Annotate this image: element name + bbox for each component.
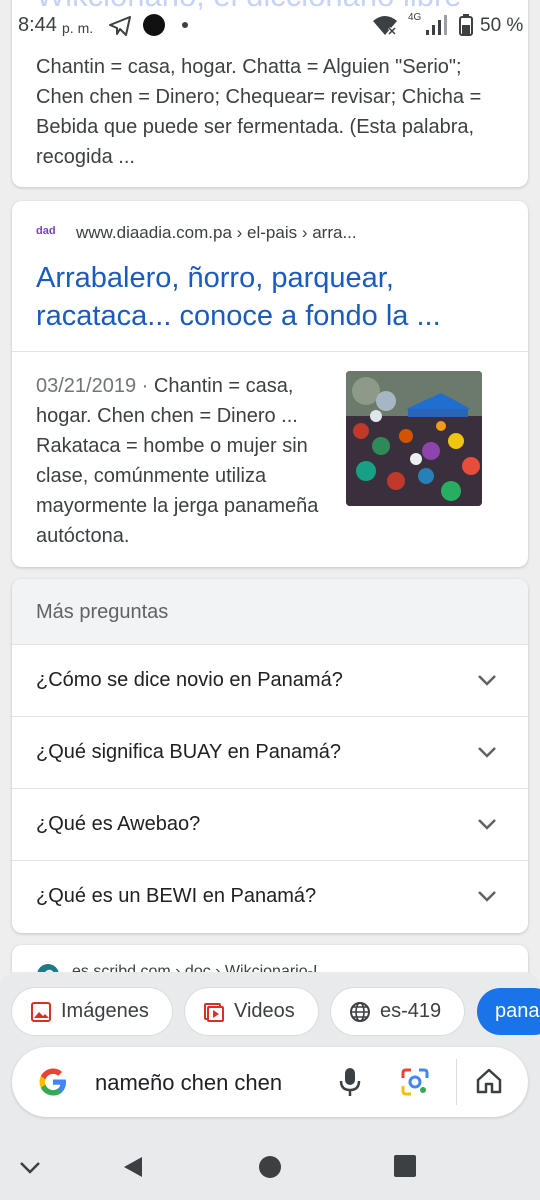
- chevron-down-icon: [478, 819, 496, 830]
- question-label: ¿Qué significa BUAY en Panamá?: [36, 741, 341, 763]
- question-label: ¿Qué es un BEWI en Panamá?: [36, 885, 317, 907]
- result-breadcrumb: www.diaadia.com.pa › el-pais › arra...: [76, 223, 357, 242]
- question-item[interactable]: ¿Qué es Awebao?: [12, 788, 528, 860]
- chip-language-label: es-419: [380, 1000, 442, 1022]
- result-snippet-text: Chantin = casa, hogar. Chen chen = Diner…: [36, 375, 319, 547]
- search-result-card-diaadia[interactable]: dad www.diaadia.com.pa › el-pais › arra.…: [12, 201, 528, 567]
- notification-dot-icon: [143, 14, 165, 36]
- question-label: ¿Qué es Awebao?: [36, 813, 201, 835]
- more-questions-card: Más preguntas ¿Cómo se dice novio en Pan…: [12, 579, 528, 933]
- google-logo-icon[interactable]: [36, 1065, 70, 1099]
- home-icon[interactable]: [475, 1067, 503, 1095]
- result-thumbnail-image[interactable]: [346, 371, 482, 506]
- chip-suggestion[interactable]: pana: [477, 988, 540, 1035]
- status-bar: Wikcionario, el diccionario libre 8:44 p…: [0, 0, 540, 50]
- telegram-icon: [109, 16, 131, 36]
- chevron-down-icon: [478, 747, 496, 758]
- question-item[interactable]: ¿Qué es un BEWI en Panamá?: [12, 860, 528, 932]
- battery-icon: [459, 14, 473, 36]
- google-lens-icon[interactable]: [400, 1067, 430, 1097]
- globe-icon: [350, 1001, 370, 1022]
- home-button-icon[interactable]: [257, 1154, 283, 1180]
- more-questions-title: Más preguntas: [36, 601, 169, 623]
- chip-suggestion-label: pana: [495, 1000, 540, 1022]
- video-icon: [204, 1002, 224, 1022]
- separator: [456, 1059, 457, 1105]
- question-item[interactable]: ¿Qué significa BUAY en Panamá?: [12, 716, 528, 788]
- recents-icon[interactable]: [393, 1154, 417, 1178]
- network-type: 4G: [408, 12, 422, 23]
- chevron-down-icon: [478, 675, 496, 686]
- chip-language[interactable]: es-419: [331, 988, 464, 1035]
- result-snippet: 03/21/2019 · Chantin = casa, hogar. Chen…: [36, 371, 326, 551]
- result-date: 03/21/2019: [36, 375, 137, 397]
- system-navigation-bar: [0, 1142, 540, 1200]
- more-questions-header: Más preguntas: [12, 579, 528, 644]
- question-item[interactable]: ¿Cómo se dice novio en Panamá?: [12, 644, 528, 716]
- wifi-icon: [373, 16, 397, 36]
- collapse-keyboard-icon[interactable]: [18, 1160, 42, 1176]
- date-separator: ·: [136, 375, 154, 397]
- microphone-icon[interactable]: [338, 1067, 362, 1097]
- chip-videos[interactable]: Videos: [185, 988, 318, 1035]
- back-icon[interactable]: [120, 1154, 146, 1180]
- status-time: 8:44: [18, 14, 57, 36]
- result-title-link[interactable]: Arrabalero, ñorro, parquear, racataca...…: [36, 259, 506, 335]
- scrolled-title-peek: Wikcionario, el diccionario libre: [36, 0, 462, 14]
- chevron-down-icon: [478, 891, 496, 902]
- chip-images-label: Imágenes: [61, 1000, 149, 1022]
- status-ampm: p. m.: [62, 20, 94, 36]
- image-icon: [31, 1001, 51, 1022]
- battery-percent: 50 %: [480, 15, 524, 36]
- search-bar[interactable]: nameño chen chen: [12, 1047, 528, 1117]
- bottom-search-panel: Imágenes Videos es-419 pana nameño chen …: [0, 972, 540, 1200]
- site-favicon-icon: dad: [36, 225, 56, 237]
- search-query-text[interactable]: nameño chen chen: [95, 1070, 282, 1096]
- signal-icon: [426, 15, 447, 35]
- question-label: ¿Cómo se dice novio en Panamá?: [36, 669, 343, 691]
- result-snippet: Chantin = casa, hogar. Chatta = Alguien …: [36, 56, 482, 168]
- result-source[interactable]: dad www.diaadia.com.pa › el-pais › arra.…: [36, 221, 357, 245]
- chip-images[interactable]: Imágenes: [12, 988, 172, 1035]
- divider: [12, 351, 528, 352]
- chip-videos-label: Videos: [234, 1000, 295, 1022]
- more-notifications-icon: [182, 22, 188, 28]
